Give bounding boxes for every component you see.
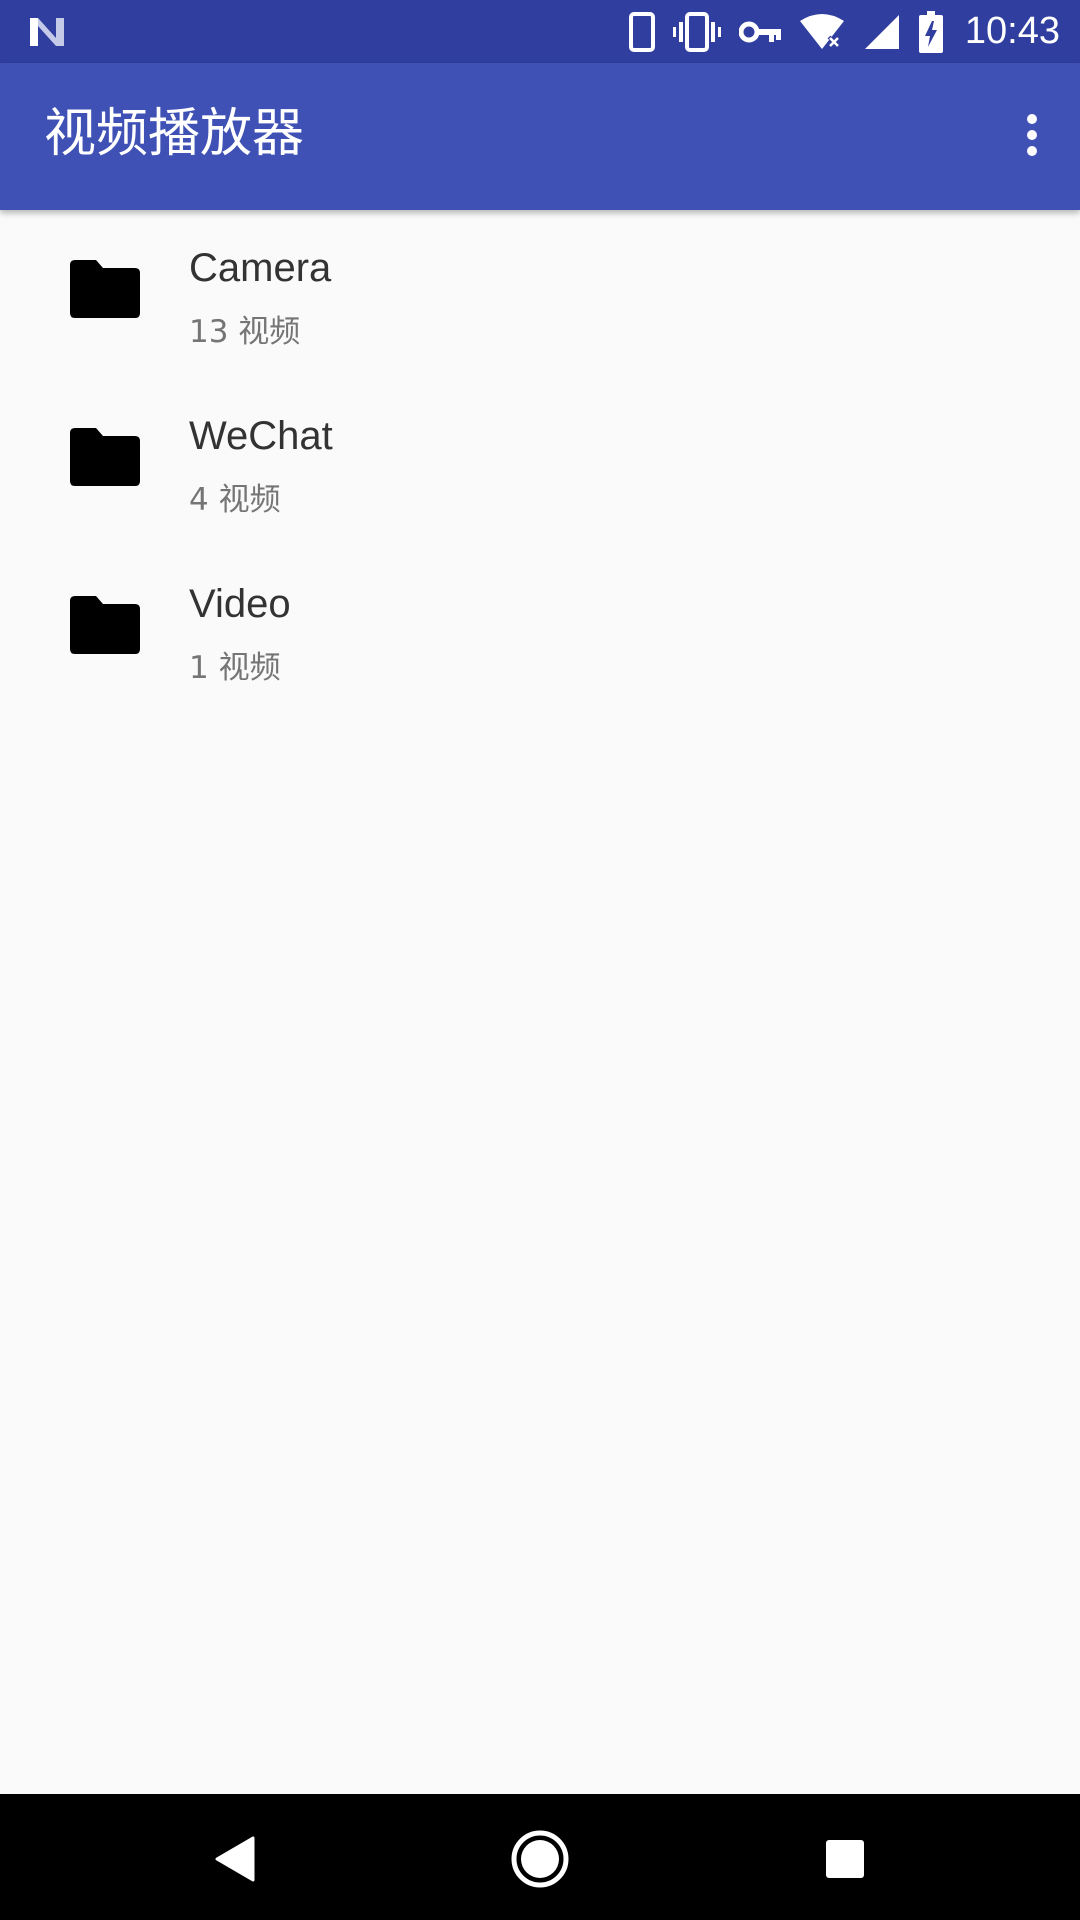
status-time: 10:43 bbox=[964, 10, 1060, 52]
folder-item-wechat[interactable]: WeChat 4 视频 bbox=[0, 378, 1080, 546]
app-title: 视频播放器 bbox=[44, 104, 305, 164]
wifi-icon bbox=[799, 13, 844, 49]
navigation-bar bbox=[0, 1794, 1080, 1920]
recents-icon bbox=[826, 1840, 864, 1878]
folder-count: 4 视频 bbox=[189, 482, 281, 518]
vpn-key-icon bbox=[738, 21, 781, 42]
home-icon bbox=[511, 1830, 569, 1888]
app-bar: 视频播放器 bbox=[0, 63, 1080, 210]
overflow-menu-button[interactable] bbox=[996, 99, 1068, 171]
home-button[interactable] bbox=[495, 1814, 585, 1904]
status-icons: 10:43 bbox=[628, 0, 1060, 63]
folder-item-video[interactable]: Video 1 视频 bbox=[0, 546, 1080, 714]
folder-count: 1 视频 bbox=[189, 650, 281, 686]
back-icon bbox=[215, 1836, 255, 1882]
phone-icon bbox=[628, 11, 655, 52]
status-bar: 10:43 bbox=[0, 0, 1080, 63]
battery-charging-icon bbox=[918, 10, 943, 53]
folder-count: 13 视频 bbox=[189, 314, 301, 350]
folder-icon bbox=[70, 428, 140, 486]
back-button[interactable] bbox=[190, 1814, 280, 1904]
screen: 10:43 视频播放器 Camera 13 视频 WeChat 4 视频 Vid… bbox=[0, 0, 1080, 1920]
folder-icon bbox=[70, 260, 140, 318]
folder-name: Video bbox=[189, 582, 291, 626]
folder-name: WeChat bbox=[189, 414, 333, 458]
folder-name: Camera bbox=[189, 246, 332, 290]
notification-n-icon bbox=[30, 18, 64, 46]
folder-icon bbox=[70, 596, 140, 654]
signal-icon bbox=[864, 14, 899, 49]
recents-button[interactable] bbox=[800, 1814, 890, 1904]
folder-item-camera[interactable]: Camera 13 视频 bbox=[0, 210, 1080, 378]
folder-list: Camera 13 视频 WeChat 4 视频 Video 1 视频 bbox=[0, 210, 1080, 714]
more-vert-icon bbox=[1027, 114, 1037, 156]
vibrate-icon bbox=[672, 11, 721, 52]
